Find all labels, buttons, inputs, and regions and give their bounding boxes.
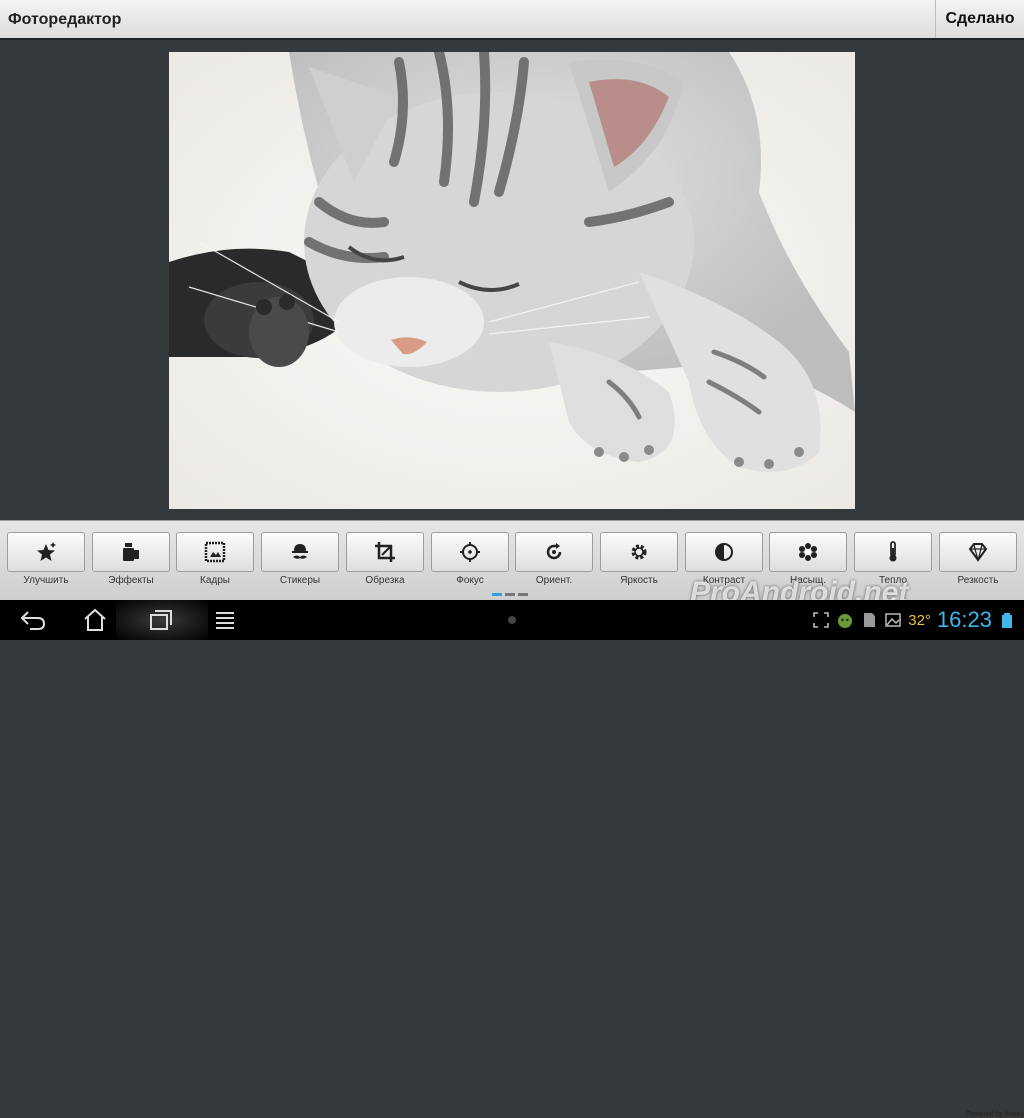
tool-button-focus-target[interactable] [431, 532, 509, 572]
tools-toolbar: Улучшить Эффекты Кадры Стикеры Обрезка Фокус О… [0, 520, 1024, 1118]
tool-button-thermometer[interactable] [854, 532, 932, 572]
rotate-icon [546, 543, 562, 560]
contrast-icon [715, 543, 733, 561]
status-area[interactable]: 32° 16:23 [812, 600, 1024, 640]
tool-button-star-sparkle[interactable] [7, 532, 85, 572]
canvas-area [0, 40, 1024, 520]
tool-label: Фокус [456, 575, 484, 586]
tool-button-sun-gear[interactable] [600, 532, 678, 572]
focus-target-icon [460, 542, 480, 562]
star-sparkle-icon [37, 542, 56, 561]
tool-label: Яркость [620, 575, 658, 586]
crop-icon [375, 542, 395, 562]
tool-button-effects[interactable] [92, 532, 170, 572]
menu-icon[interactable] [210, 605, 240, 635]
app-title: Фоторедактор [8, 11, 122, 28]
gallery-icon [885, 613, 901, 627]
clock: 16:23 [936, 607, 992, 632]
tool-label: Кадры [200, 575, 230, 586]
flower-icon [799, 543, 817, 561]
home-icon[interactable] [80, 605, 110, 635]
recents-icon[interactable] [146, 605, 176, 635]
tool-label: Насыщ. [790, 575, 826, 586]
tool-button-mustache-hat[interactable] [261, 532, 339, 572]
done-button[interactable]: Сделано [935, 0, 1024, 38]
sun-gear-icon [631, 544, 647, 560]
center-dot [508, 616, 516, 624]
tool-label: Резкость [957, 575, 999, 586]
tool-button-crop[interactable] [346, 532, 424, 572]
android-game-icon [838, 614, 853, 628]
tool-label: Улучшить [23, 575, 69, 586]
tool-label: Обрезка [365, 575, 405, 586]
effects-icon [123, 543, 139, 561]
mustache-hat-icon [292, 544, 308, 559]
fullscreen-icon [813, 612, 830, 628]
tool-label: Тепло [878, 575, 908, 586]
tool-label: Стикеры [279, 575, 321, 586]
page-dot [518, 593, 528, 596]
thermometer-icon [889, 541, 897, 562]
photo-preview[interactable] [169, 52, 855, 509]
tool-label: Эффекты [108, 575, 154, 586]
battery-icon [1002, 613, 1012, 628]
tool-button-diamond[interactable] [939, 532, 1017, 572]
tool-button-contrast[interactable] [685, 532, 763, 572]
page-dot-active [492, 593, 502, 596]
frame-icon [204, 541, 226, 563]
temperature-readout: 32° [908, 611, 931, 629]
diamond-icon [968, 543, 988, 563]
tool-button-rotate[interactable] [515, 532, 593, 572]
powered-by-text: Powered by Aviary [966, 1111, 1024, 1118]
tool-button-frame[interactable] [176, 532, 254, 572]
sd-card-icon [864, 613, 876, 627]
page-indicator [492, 593, 528, 596]
action-bar: Фоторедактор Сделано [0, 0, 1024, 40]
back-icon[interactable] [18, 605, 48, 635]
tool-label: Ориент. [535, 575, 573, 586]
tool-label: Контраст [702, 575, 746, 586]
page-dot [505, 593, 515, 596]
tool-button-flower[interactable] [769, 532, 847, 572]
